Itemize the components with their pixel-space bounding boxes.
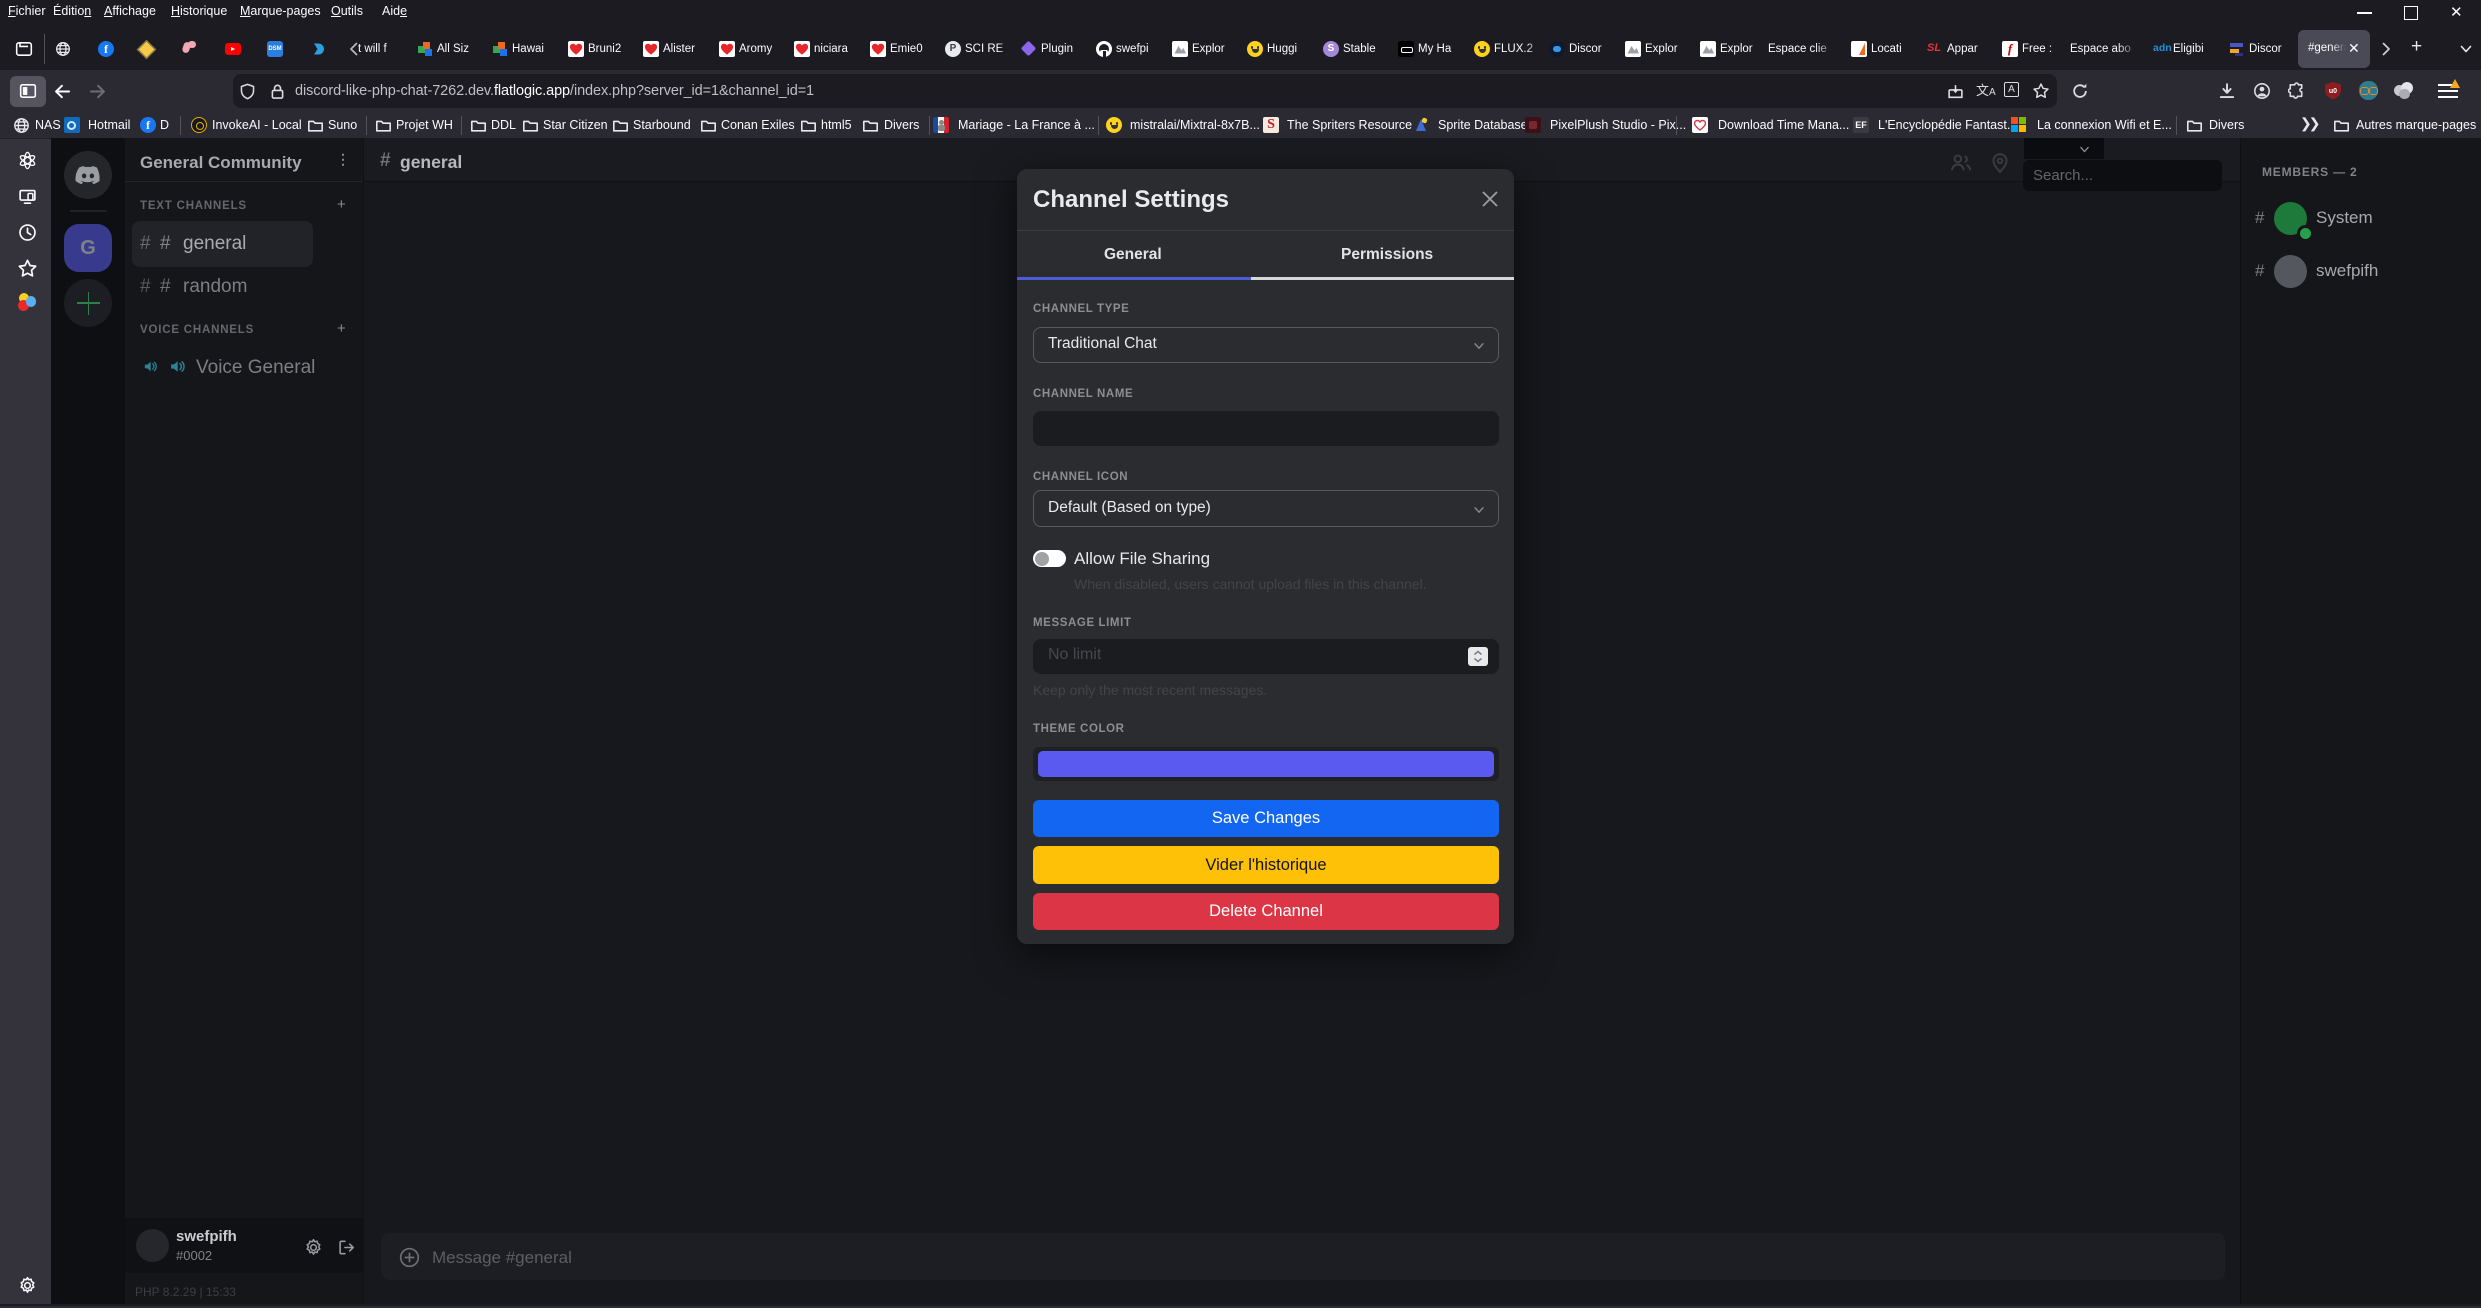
svg-text:u0: u0 — [2329, 88, 2337, 95]
